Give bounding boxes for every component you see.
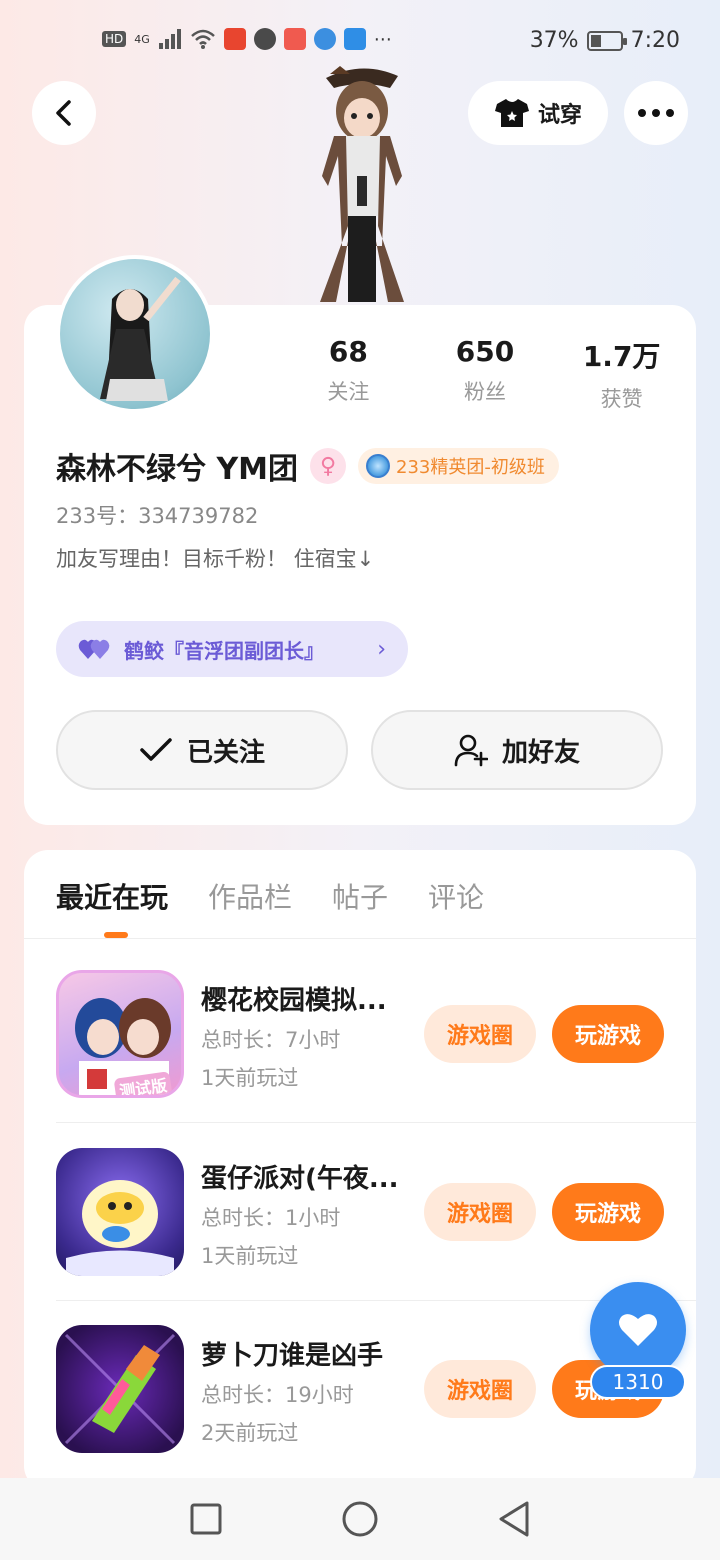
try-on-button[interactable]: 试穿 [468,81,608,145]
game-row[interactable]: 蛋仔派对(午夜... 总时长：1小时 1天前玩过 游戏圈 玩游戏 [56,1148,676,1278]
signal-label: 4G [134,32,150,46]
double-heart-icon [78,639,110,659]
status-right: 37% 7:20 [530,28,680,53]
home-icon[interactable] [341,1500,379,1538]
followed-label: 已关注 [186,737,265,768]
game-circle-button[interactable]: 游戏圈 [424,1183,536,1241]
check-icon [140,738,172,761]
relationship-tag[interactable]: 鹤鲛『音浮团副团长』 › [56,621,408,677]
tab-recently-played[interactable]: 最近在玩 [56,876,168,916]
stat-likes[interactable]: 1.7万 获赞 [562,335,682,413]
user-bio: 加友写理由！目标千粉！ 住宿宝↓ [56,547,375,571]
game-title: 樱花校园模拟... [201,986,387,1016]
tab-works[interactable]: 作品栏 [208,876,292,916]
tab-comments[interactable]: 评论 [428,876,484,916]
battery-icon [586,30,627,51]
heart-icon [619,1314,657,1346]
battery-percent: 37% [529,28,579,53]
network-label: HD [102,31,127,47]
tabs-divider [24,938,696,939]
app-icon [283,28,306,50]
game-last-played: 1天前玩过 [201,1066,299,1090]
wifi-icon [190,29,215,49]
row-divider [56,1122,696,1123]
group-badge[interactable]: 233精英团-初级班 [358,448,559,484]
likes-label: 获赞 [600,387,643,411]
game-title: 蛋仔派对(午夜... [201,1164,399,1194]
followers-label: 粉丝 [463,380,506,404]
avatar-image [100,276,181,401]
status-icons: HD 4G ⋯ [102,28,392,50]
weather-icon [343,28,366,50]
game-icon [56,1148,184,1276]
wechat-icon [253,28,276,50]
user-id: 233号：334739782 [56,504,259,528]
game-last-played: 1天前玩过 [201,1244,299,1268]
more-button[interactable] [624,81,688,145]
game-icon: 测试版 [56,970,184,1098]
chevron-left-icon [56,100,71,126]
game-circle-button[interactable]: 游戏圈 [424,1360,536,1418]
followers-count: 650 [455,335,515,368]
tab-posts[interactable]: 帖子 [332,876,388,916]
stat-following[interactable]: 68 关注 [288,335,408,413]
game-duration: 总时长：7小时 [201,1028,341,1052]
add-user-icon [454,734,488,767]
game-duration: 总时长：19小时 [201,1383,354,1407]
chevron-right-icon: › [377,636,386,662]
browser-icon [313,28,336,50]
back-button[interactable] [32,81,96,145]
shirt-icon [494,99,529,127]
following-count: 68 [328,335,368,368]
more-notifications-icon: ⋯ [373,28,392,50]
game-title: 萝卜刀谁是凶手 [201,1341,384,1371]
user-name: 森林不绿兮 YM团 [56,452,299,487]
followed-button[interactable]: 已关注 [56,710,348,790]
game-row[interactable]: 萝卜刀谁是凶手 总时长：19小时 2天前玩过 游戏圈 玩游戏 [56,1325,676,1455]
more-icon [638,109,674,117]
add-friend-button[interactable]: 加好友 [371,710,663,790]
taobao-icon [223,28,246,50]
avatar-character-illustration [320,66,404,302]
profile-stats: 68 关注 650 粉丝 1.7万 获赞 [280,335,690,413]
play-game-button[interactable]: 玩游戏 [552,1005,664,1063]
likes-count: 1.7万 [582,340,661,373]
name-row: 森林不绿兮 YM团 ♀ 233精英团-初级班 [56,444,559,488]
female-icon: ♀ [310,448,347,484]
back-nav-icon[interactable] [497,1500,531,1538]
system-nav-bar [0,1478,720,1560]
following-label: 关注 [327,380,370,404]
try-on-label: 试穿 [537,103,582,128]
recents-icon[interactable] [189,1502,223,1536]
group-badge-label: 233精英团-初级班 [396,457,545,478]
play-game-button[interactable]: 玩游戏 [552,1183,664,1241]
gem-icon [366,454,391,478]
add-friend-label: 加好友 [501,737,580,768]
game-last-played: 2天前玩过 [201,1421,299,1445]
game-circle-button[interactable]: 游戏圈 [424,1005,536,1063]
game-row[interactable]: 测试版 樱花校园模拟... 总时长：7小时 1天前玩过 游戏圈 玩游戏 [56,970,676,1100]
game-icon [56,1325,184,1453]
user-avatar[interactable] [56,255,214,413]
like-count: 1310 [590,1365,686,1399]
signal-icon [158,29,181,49]
relationship-tag-label: 鹤鲛『音浮团副团长』 [124,638,324,663]
profile-tabs: 最近在玩 作品栏 帖子 评论 [56,876,484,916]
game-duration: 总时长：1小时 [201,1206,341,1230]
like-button[interactable] [590,1282,686,1378]
stat-followers[interactable]: 650 粉丝 [425,335,545,413]
clock: 7:20 [630,28,680,53]
